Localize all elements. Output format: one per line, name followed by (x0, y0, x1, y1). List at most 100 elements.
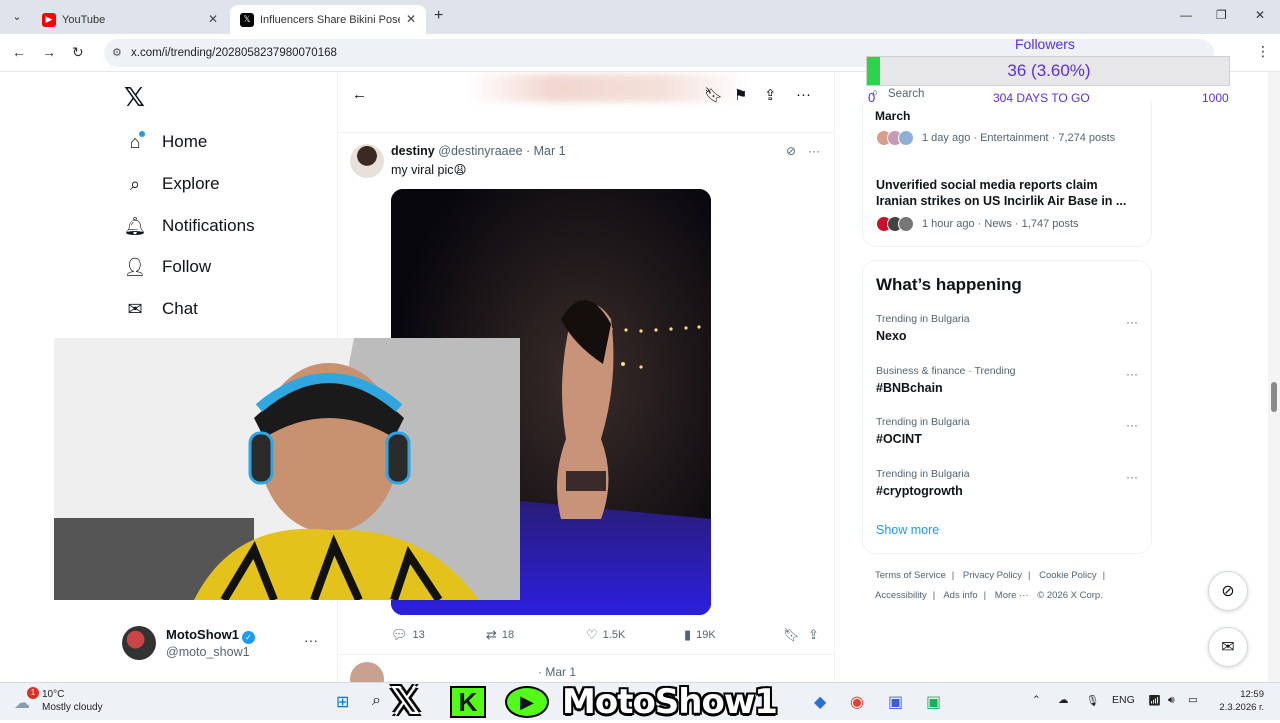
footer-link[interactable]: Cookie Policy (1039, 570, 1097, 581)
reload-icon[interactable]: ↻ (72, 44, 84, 61)
footer-link[interactable]: Terms of Service (875, 570, 946, 581)
onedrive-icon[interactable]: ☁ (1058, 694, 1069, 706)
tray-chevron-icon[interactable]: ⌃ (1032, 694, 1041, 706)
news-card: 1 day ago · Entertainment · 7,274 posts … (862, 102, 1152, 247)
flag-icon[interactable]: ⚑ (734, 86, 747, 104)
trend-item[interactable]: Trending in Bulgaria #cryptogrowth ··· (876, 468, 1138, 498)
mail-icon: ✉ (127, 298, 143, 319)
tab-x-trending[interactable]: 𝕏 Influencers Share Bikini Poses f ✕ (230, 5, 426, 34)
messages-button[interactable]: ✉ (1208, 627, 1248, 667)
language-indicator[interactable]: ENG (1112, 694, 1135, 706)
more-icon[interactable]: ··· (808, 144, 820, 158)
trend-item[interactable]: Trending in Bulgaria Nexo ··· (876, 313, 1138, 343)
avatar (122, 626, 156, 660)
notification-badge: 1 (27, 687, 39, 699)
reply-button[interactable]: 💬︎ 13 (391, 627, 425, 643)
close-tab-icon[interactable]: ✕ (406, 12, 416, 26)
x-logo-icon[interactable]: 𝕏 (124, 82, 145, 113)
reply-icon: 💬︎ (391, 627, 408, 642)
more-icon[interactable]: ··· (304, 632, 318, 648)
new-tab-icon[interactable]: + (434, 7, 443, 25)
app-icon[interactable]: ▣ (888, 692, 903, 712)
close-tab-icon[interactable]: ✕ (208, 12, 218, 26)
back-icon[interactable]: ← (12, 44, 26, 60)
tweet-header: destiny @destinyraaee · Mar 1 (391, 144, 566, 158)
weather-widget[interactable]: 10°C Mostly cloudy (42, 688, 103, 714)
profile-name: MotoShow1 (166, 627, 239, 642)
more-icon[interactable]: ··· (796, 86, 811, 103)
footer-link[interactable]: Ads info (943, 590, 977, 601)
microphone-icon[interactable]: 🎙︎ (1086, 694, 1099, 707)
news-title[interactable]: Unverified social media reports claim Ir… (876, 177, 1138, 209)
app-icon[interactable]: ◆ (814, 692, 826, 712)
browser-menu-icon[interactable]: ⋮ (1256, 43, 1270, 60)
grok-button[interactable]: ⊘ (1208, 571, 1248, 611)
trend-item[interactable]: Business & finance · Trending #BNBchain … (876, 365, 1138, 395)
verified-badge-icon: ✓ (241, 631, 255, 644)
search-icon[interactable]: ⌕ (372, 692, 381, 710)
news-item-meta[interactable]: 1 day ago · Entertainment · 7,274 posts (876, 130, 1115, 146)
back-arrow-icon[interactable]: ← (352, 86, 367, 103)
account-switcher[interactable]: MotoShow1 ✓ @moto_show1 ··· (122, 626, 332, 662)
views-button[interactable]: ▮ 19K (684, 627, 716, 643)
nav-chat[interactable]: ✉ Chat (124, 294, 197, 324)
next-tweet-peek[interactable]: · Mar 1 (350, 662, 576, 682)
more-icon[interactable]: ··· (1126, 315, 1138, 329)
avatar[interactable] (350, 144, 384, 178)
trend-name: #BNBchain (876, 381, 943, 395)
grok-icon[interactable]: ⊘ (786, 144, 796, 158)
maximize-icon[interactable]: ❐ (1216, 8, 1227, 22)
search-icon: ⌕ (129, 173, 141, 194)
nav-explore-label: Explore (162, 174, 220, 193)
tweet-author-handle[interactable]: @destinyraaee (438, 144, 522, 158)
trend-item[interactable]: Trending in Bulgaria #OCINT ··· (876, 416, 1138, 446)
battery-icon[interactable]: ▭ (1188, 694, 1198, 706)
bookmark-icon[interactable]: 🔖︎ (704, 86, 723, 104)
view-count: 19K (696, 629, 716, 641)
more-icon[interactable]: ··· (1126, 367, 1138, 381)
site-info-icon[interactable]: ⚙ (112, 39, 122, 67)
tab-search-menu-icon[interactable]: ⌄ (8, 8, 26, 26)
x-logo-icon: 𝕏 (240, 12, 254, 27)
page-scrollbar[interactable] (1268, 72, 1280, 682)
more-icon[interactable]: ··· (1126, 470, 1138, 484)
window-close-icon[interactable]: ✕ (1255, 8, 1265, 22)
nav-home[interactable]: ⌂ Home (124, 127, 207, 157)
footer-link[interactable]: More ··· (995, 590, 1029, 601)
copyright: © 2026 X Corp. (1037, 590, 1103, 601)
tweet-date[interactable]: · Mar 1 (526, 144, 566, 158)
tab-youtube[interactable]: ▶ YouTube ✕ (32, 5, 228, 34)
share-icon[interactable]: ⇪ (764, 86, 777, 104)
windows-start-icon[interactable]: ⊞ (336, 692, 349, 712)
nav-follow[interactable]: 👤︎ Follow (124, 252, 212, 282)
show-more-link[interactable]: Show more (876, 523, 939, 537)
app-icon[interactable]: ▣ (926, 692, 941, 712)
clock-time: 12:59 (1240, 689, 1264, 700)
like-button[interactable]: ♡ 1.5K (586, 627, 625, 643)
trend-name: #cryptogrowth (876, 484, 963, 498)
more-icon[interactable]: ··· (1126, 418, 1138, 432)
grok-icon: ⊘ (1221, 583, 1235, 600)
footer-sep: | (951, 570, 955, 581)
system-clock[interactable]: 12:59 2.3.2026 г. (1219, 688, 1264, 714)
footer-sep: | (983, 590, 987, 601)
nav-notifications[interactable]: 🔔︎ Notifications (124, 211, 255, 241)
url-text: x.com/i/trending/2028058237980070168 (131, 47, 337, 59)
tweet-author-name[interactable]: destiny (391, 144, 435, 158)
trend-title-top[interactable]: March (875, 109, 910, 123)
brand-x-logo-icon: 𝕏 (390, 681, 421, 723)
minimize-icon[interactable]: — (1180, 8, 1192, 22)
nav-home-label: Home (162, 132, 208, 151)
tab-label: YouTube (62, 13, 106, 26)
forward-icon[interactable]: → (42, 44, 56, 60)
wifi-icon[interactable]: 📶︎ (1148, 694, 1161, 707)
volume-icon[interactable]: 🔊︎ (1168, 694, 1175, 707)
footer-link[interactable]: Accessibility (875, 590, 927, 601)
footer-link[interactable]: Privacy Policy (963, 570, 1022, 581)
chrome-icon[interactable]: ◉ (850, 692, 864, 712)
repost-button[interactable]: ⇄ 18 (486, 627, 514, 643)
nav-explore[interactable]: ⌕ Explore (124, 169, 220, 199)
share-button[interactable]: ⇪ (808, 627, 824, 643)
scroll-thumb[interactable] (1271, 382, 1277, 412)
bookmark-button[interactable]: 🔖︎ (783, 627, 805, 643)
